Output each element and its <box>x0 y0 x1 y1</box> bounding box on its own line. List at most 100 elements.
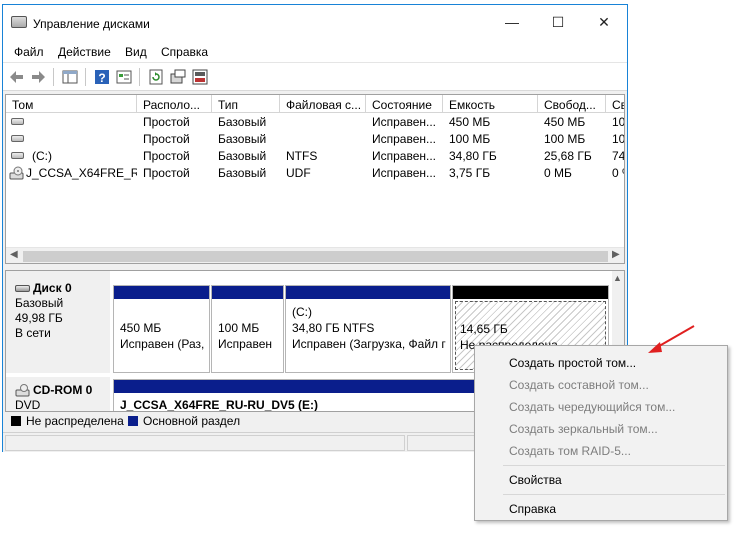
partition-size: 14,65 ГБ <box>460 322 508 336</box>
console-tree-icon[interactable] <box>62 69 78 85</box>
hard-disk-icon <box>15 285 30 292</box>
toolbar-separator <box>85 68 86 86</box>
dvd-drive-icon <box>9 166 24 180</box>
partition-bar <box>453 286 608 299</box>
partition-bar <box>212 286 283 299</box>
legend-swatch-unallocated <box>11 416 21 426</box>
cell-file-system: UDF <box>286 166 311 180</box>
legend-label-primary: Основной раздел <box>143 414 241 428</box>
window-title: Управление дисками <box>33 17 150 31</box>
menu-view[interactable]: Вид <box>125 45 147 59</box>
annotation-arrow-icon <box>648 325 695 353</box>
cell-free: 25,68 ГБ <box>544 149 592 163</box>
cdrom-0-label[interactable]: CD-ROM 0 DVD <box>6 377 110 412</box>
minimize-button[interactable]: — <box>489 5 535 39</box>
cell-type: Базовый <box>218 132 267 146</box>
partition-size: 100 МБ <box>218 321 260 335</box>
cell-free-percent: 0 % <box>612 166 624 180</box>
properties-icon[interactable] <box>116 69 132 85</box>
context-menu: Создать простой том... Создать составной… <box>474 345 728 521</box>
menu-item-new-striped-volume: Создать чередующийся том... <box>509 400 676 414</box>
menu-item-new-raid5-volume: Создать том RAID-5... <box>509 444 631 458</box>
back-icon[interactable] <box>9 69 25 85</box>
partition-label: (C:) <box>292 305 312 319</box>
toolbar: ? <box>3 63 627 91</box>
menu-separator <box>503 494 725 495</box>
partition-size: 34,80 ГБ NTFS <box>292 321 375 335</box>
menu-separator <box>503 465 725 466</box>
partition-status: Исправен <box>218 337 273 351</box>
cell-file-system: NTFS <box>286 149 318 163</box>
title-bar: Управление дисками — ☐ ✕ <box>3 5 627 39</box>
close-button[interactable]: ✕ <box>581 5 627 39</box>
disk-name: CD-ROM 0 <box>33 383 93 397</box>
horizontal-scrollbar[interactable]: ◀ ▶ <box>6 247 624 263</box>
menu-item-new-mirrored-volume: Создать зеркальный том... <box>509 422 658 436</box>
volume-icon <box>11 135 24 142</box>
scrollbar-thumb[interactable] <box>23 251 608 262</box>
menu-item-help[interactable]: Справка <box>509 502 556 516</box>
cell-free-percent: 100 <box>612 132 624 146</box>
volume-list: Том Располо... Тип Файловая с... Состоян… <box>5 94 625 264</box>
cell-status: Исправен... <box>372 132 437 146</box>
disk-type: DVD <box>15 398 41 412</box>
menu-file[interactable]: Файл <box>14 45 44 59</box>
partition-info: 450 МБ Исправен (Раз, <box>116 301 207 370</box>
partition-bar <box>114 286 209 299</box>
settings-icon[interactable] <box>192 69 208 85</box>
legend-swatch-primary <box>128 416 138 426</box>
column-header-capacity[interactable]: Емкость <box>443 95 538 113</box>
cd-rom-icon <box>15 383 30 396</box>
volume-icon <box>11 152 24 159</box>
menu-action[interactable]: Действие <box>58 45 111 59</box>
menu-item-properties[interactable]: Свойства <box>509 473 562 487</box>
disk-name: Диск 0 <box>33 281 72 295</box>
rescan-icon[interactable] <box>170 69 186 85</box>
menu-item-new-spanned-volume: Создать составной том... <box>509 378 649 392</box>
help-icon[interactable]: ? <box>94 69 110 85</box>
partition-c[interactable]: (C:) 34,80 ГБ NTFS Исправен (Загрузка, Ф… <box>285 285 451 373</box>
partition-efi[interactable]: 100 МБ Исправен <box>211 285 284 373</box>
disk-type: Базовый <box>15 296 64 310</box>
column-header-free-percent[interactable]: Св <box>606 95 624 113</box>
cell-free: 100 МБ <box>544 132 586 146</box>
cell-status: Исправен... <box>372 166 437 180</box>
disk-state: В сети <box>15 326 51 340</box>
legend-label-unallocated: Не распределена <box>26 414 124 428</box>
cell-capacity: 3,75 ГБ <box>449 166 491 180</box>
column-header-free[interactable]: Свобод... <box>538 95 606 113</box>
menu-item-new-simple-volume[interactable]: Создать простой том... <box>509 356 636 370</box>
toolbar-separator <box>139 68 140 86</box>
cell-capacity: 34,80 ГБ <box>449 149 497 163</box>
cell-type: Базовый <box>218 115 267 129</box>
cell-status: Исправен... <box>372 115 437 129</box>
scroll-right-arrow-icon[interactable]: ▶ <box>612 249 620 260</box>
scroll-up-arrow-icon[interactable]: ▲ <box>613 273 622 283</box>
partition-status: Исправен (Раз, <box>120 337 205 351</box>
disk-0-label[interactable]: Диск 0 Базовый 49,98 ГБ В сети <box>6 271 110 373</box>
partition-recovery[interactable]: 450 МБ Исправен (Раз, <box>113 285 210 373</box>
cell-volume: J_CCSA_X64FRE_R... <box>26 166 137 180</box>
cell-type: Базовый <box>218 149 267 163</box>
maximize-button[interactable]: ☐ <box>535 5 581 39</box>
cell-layout: Простой <box>143 166 190 180</box>
column-header-layout[interactable]: Располо... <box>137 95 212 113</box>
column-header-file-system[interactable]: Файловая с... <box>280 95 366 113</box>
refresh-icon[interactable] <box>148 69 164 85</box>
forward-icon[interactable] <box>30 69 46 85</box>
column-header-type[interactable]: Тип <box>212 95 280 113</box>
cell-free: 450 МБ <box>544 115 586 129</box>
cell-free: 0 МБ <box>544 166 572 180</box>
toolbar-separator <box>53 68 54 86</box>
partition-bar <box>286 286 450 299</box>
disk-size: 49,98 ГБ <box>15 311 63 325</box>
disk-management-app-icon <box>11 16 27 28</box>
cell-type: Базовый <box>218 166 267 180</box>
scroll-left-arrow-icon[interactable]: ◀ <box>10 249 18 260</box>
cell-volume: (C:) <box>32 149 52 163</box>
column-header-status[interactable]: Состояние <box>366 95 443 113</box>
menu-bar: Файл Действие Вид Справка <box>3 39 627 63</box>
cell-capacity: 100 МБ <box>449 132 491 146</box>
menu-help[interactable]: Справка <box>161 45 208 59</box>
column-header-volume[interactable]: Том <box>6 95 137 113</box>
